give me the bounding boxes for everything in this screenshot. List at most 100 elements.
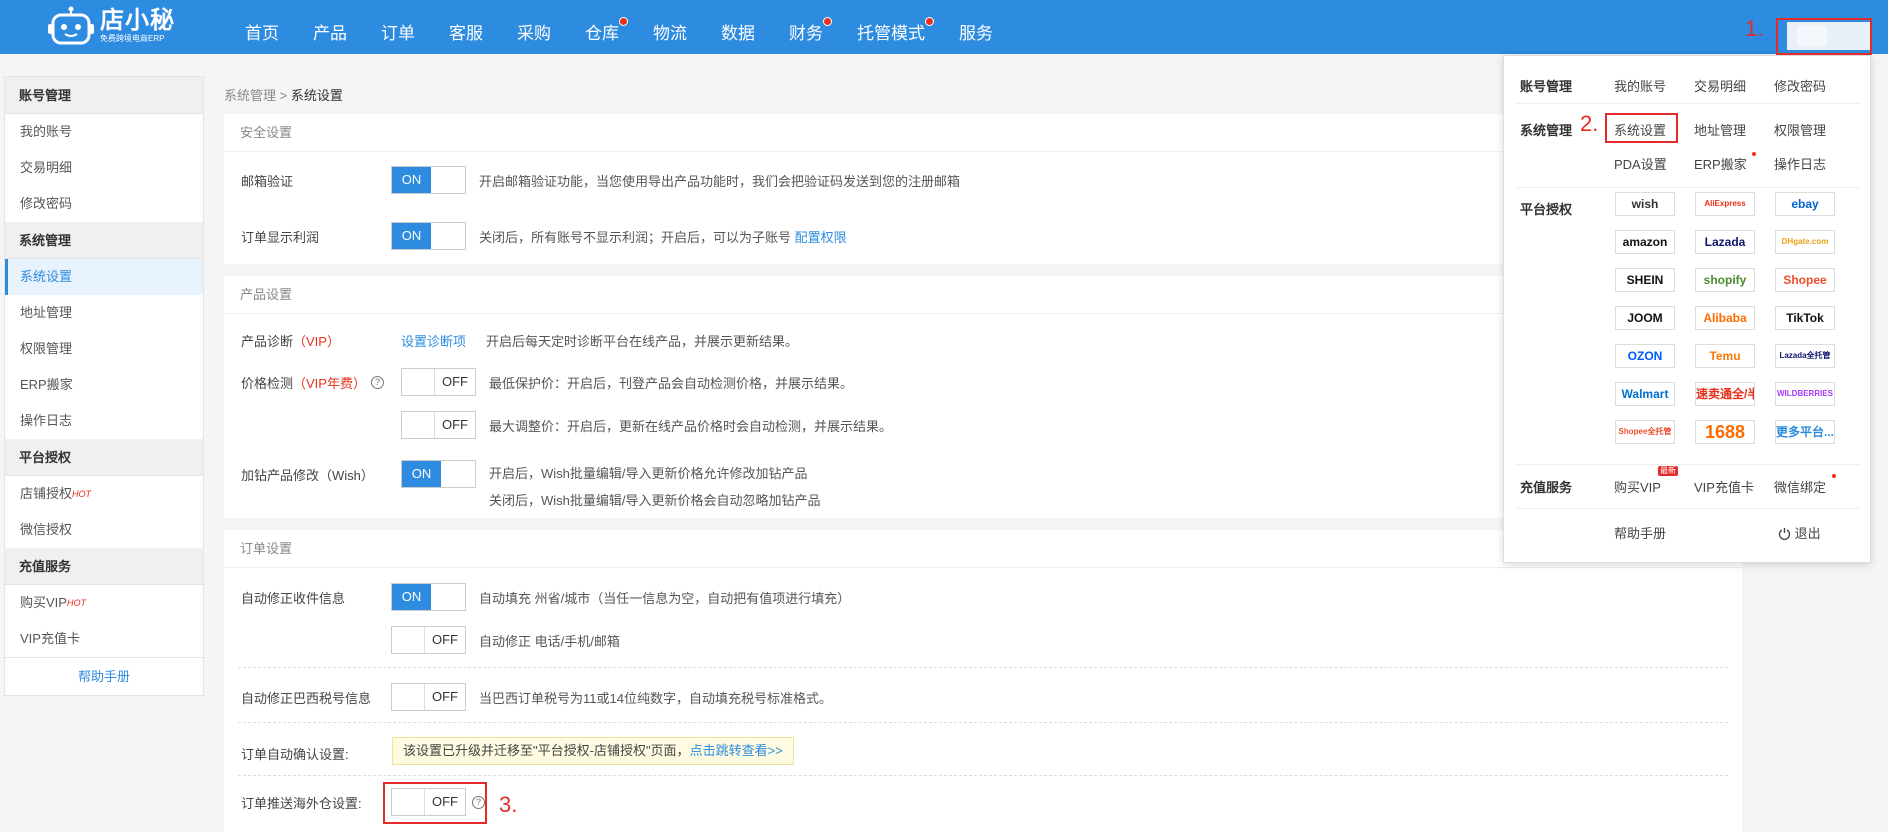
sidebar-item[interactable]: 权限管理: [5, 331, 203, 367]
sidebar: 账号管理 我的账号 交易明细 修改密码 系统管理 系统设置 地址管理 权限管理 ERP搬家 操作日…: [4, 76, 204, 696]
sidebar-item[interactable]: 购买VIPHOT: [5, 585, 203, 621]
dd-permission-mgmt[interactable]: 权限管理: [1774, 120, 1826, 139]
sidebar-item[interactable]: 我的账号: [5, 114, 203, 150]
platform-logo[interactable]: SHEIN: [1615, 268, 1675, 292]
dd-platform-label: 平台授权: [1520, 202, 1573, 217]
nav-item[interactable]: 订单: [364, 0, 432, 54]
sidebar-group-title: 系统管理: [5, 222, 203, 259]
divider: [238, 722, 1728, 723]
diagnosis-label: 产品诊断（VIP）: [241, 334, 340, 349]
platform-logo[interactable]: Temu: [1695, 344, 1755, 368]
platform-logo[interactable]: DHgate.com: [1775, 230, 1835, 254]
platform-logo[interactable]: Alibaba: [1695, 306, 1755, 330]
dd-help-manual[interactable]: 帮助手册: [1614, 523, 1666, 542]
email-verify-toggle[interactable]: ON: [391, 166, 466, 194]
sidebar-group-title: 账号管理: [5, 77, 203, 114]
dd-logout[interactable]: 退出: [1778, 523, 1821, 542]
annotation-box-3: [383, 782, 487, 824]
dd-my-account[interactable]: 我的账号: [1614, 76, 1666, 95]
platform-logo[interactable]: 更多平台...: [1775, 420, 1835, 444]
profit-toggle[interactable]: ON: [391, 222, 466, 250]
dd-operation-log[interactable]: 操作日志: [1774, 154, 1826, 173]
nav-item[interactable]: 客服: [432, 0, 500, 54]
sidebar-item[interactable]: 店铺授权HOT: [5, 476, 203, 512]
notification-dot: [925, 17, 934, 26]
brand-subtitle: 免费跨境电商ERP: [100, 34, 165, 43]
sidebar-item[interactable]: 交易明细: [5, 150, 203, 186]
user-dropdown-menu: 账号管理 我的账号 交易明细 修改密码 系统管理 系统设置 地址管理 权限管理 …: [1503, 55, 1871, 563]
breadcrumb-separator: >: [276, 88, 291, 103]
nav-item[interactable]: 服务: [942, 0, 1010, 54]
dd-recharge-label: 充值服务: [1520, 480, 1573, 495]
new-badge: 最新: [1658, 466, 1678, 476]
price-check-label: 价格检测（VIP年费）: [241, 376, 366, 391]
platform-logo[interactable]: WILDBERRIES: [1775, 382, 1835, 406]
main-nav: 首页 产品 订单 客服 采购 仓库 物流 数据 财务 托管模式 服务: [228, 0, 1010, 54]
nav-item[interactable]: 财务: [772, 0, 840, 54]
wish-diamond-toggle[interactable]: ON: [401, 460, 476, 488]
sidebar-item[interactable]: ERP搬家: [5, 367, 203, 403]
nav-item[interactable]: 采购: [500, 0, 568, 54]
dd-wechat-bind[interactable]: 微信绑定: [1774, 477, 1826, 496]
config-permission-link[interactable]: 配置权限: [795, 230, 847, 245]
min-price-toggle[interactable]: OFF: [401, 368, 476, 396]
nav-item[interactable]: 托管模式: [840, 0, 942, 54]
sidebar-item[interactable]: 操作日志: [5, 403, 203, 439]
breadcrumb-current: 系统设置: [290, 88, 343, 103]
platform-logo[interactable]: Lazada: [1695, 230, 1755, 254]
annotation-box-1: [1776, 18, 1872, 55]
max-price-toggle[interactable]: OFF: [401, 411, 476, 439]
platform-logo[interactable]: JOOM: [1615, 306, 1675, 330]
dd-vip-card[interactable]: VIP充值卡: [1694, 477, 1754, 496]
platform-logo[interactable]: OZON: [1615, 344, 1675, 368]
email-verify-desc: 开启邮箱验证功能，当您使用导出产品功能时，我们会把验证码发送到您的注册邮箱: [479, 174, 961, 189]
dd-pda-settings[interactable]: PDA设置: [1614, 154, 1667, 173]
sidebar-item[interactable]: 微信授权: [5, 512, 203, 548]
divider: [238, 667, 1728, 668]
sidebar-item[interactable]: VIP充值卡: [5, 621, 203, 657]
platform-logo[interactable]: shopify: [1695, 268, 1755, 292]
notification-dot: [619, 17, 628, 26]
sidebar-item[interactable]: 修改密码: [5, 186, 203, 222]
hot-badge: HOT: [66, 598, 86, 608]
platform-logo[interactable]: wish: [1615, 192, 1675, 216]
auto-fix-phone-toggle[interactable]: OFF: [391, 626, 466, 654]
nav-item[interactable]: 仓库: [568, 0, 636, 54]
platform-logo[interactable]: Shopee: [1775, 268, 1835, 292]
sidebar-item[interactable]: 地址管理: [5, 295, 203, 331]
diagnosis-setup-link[interactable]: 设置诊断项: [401, 331, 466, 350]
nav-item[interactable]: 数据: [704, 0, 772, 54]
brand-title: 店小秘: [100, 7, 175, 34]
hot-badge: HOT: [72, 489, 92, 499]
brazil-tax-desc: 当巴西订单税号为11或14位纯数字，自动填充税号标准格式。: [479, 691, 832, 706]
wish-desc-on: 开启后，Wish批量编辑/导入更新价格允许修改加钻产品: [489, 466, 808, 481]
dd-buy-vip[interactable]: 购买VIP: [1614, 477, 1661, 496]
auto-fill-state-toggle[interactable]: ON: [391, 583, 466, 611]
dd-address-mgmt[interactable]: 地址管理: [1694, 120, 1746, 139]
platform-logo[interactable]: Walmart: [1615, 382, 1675, 406]
brazil-tax-toggle[interactable]: OFF: [391, 683, 466, 711]
help-icon[interactable]: ?: [371, 376, 384, 389]
jump-link[interactable]: 点击跳转查看>>: [690, 743, 783, 758]
overseas-push-label: 订单推送海外仓设置:: [241, 796, 362, 811]
sidebar-item[interactable]: 系统设置: [5, 259, 203, 295]
breadcrumb-parent[interactable]: 系统管理: [224, 88, 276, 103]
platform-logo[interactable]: Lazada全托管: [1775, 344, 1835, 368]
dd-change-password[interactable]: 修改密码: [1774, 76, 1826, 95]
dd-transactions[interactable]: 交易明细: [1694, 76, 1746, 95]
platform-logo[interactable]: Shopee全托管: [1615, 420, 1675, 444]
logo[interactable]: 店小秘 免费跨境电商ERP: [48, 2, 188, 50]
nav-item[interactable]: 首页: [228, 0, 296, 54]
platform-logo[interactable]: ebay: [1775, 192, 1835, 216]
dd-system-label: 系统管理: [1520, 123, 1573, 138]
nav-item[interactable]: 产品: [296, 0, 364, 54]
platform-logo[interactable]: TikTok: [1775, 306, 1835, 330]
dd-erp-migration[interactable]: ERP搬家: [1694, 154, 1747, 173]
platform-logo[interactable]: AliExpress: [1695, 192, 1755, 216]
platform-logo[interactable]: 速卖通全/半托管: [1695, 382, 1755, 406]
platform-logo[interactable]: 1688: [1695, 420, 1755, 444]
nav-item[interactable]: 物流: [636, 0, 704, 54]
help-manual-link[interactable]: 帮助手册: [5, 657, 203, 695]
platform-logo[interactable]: amazon: [1615, 230, 1675, 254]
brazil-tax-label: 自动修正巴西税号信息: [241, 691, 372, 706]
